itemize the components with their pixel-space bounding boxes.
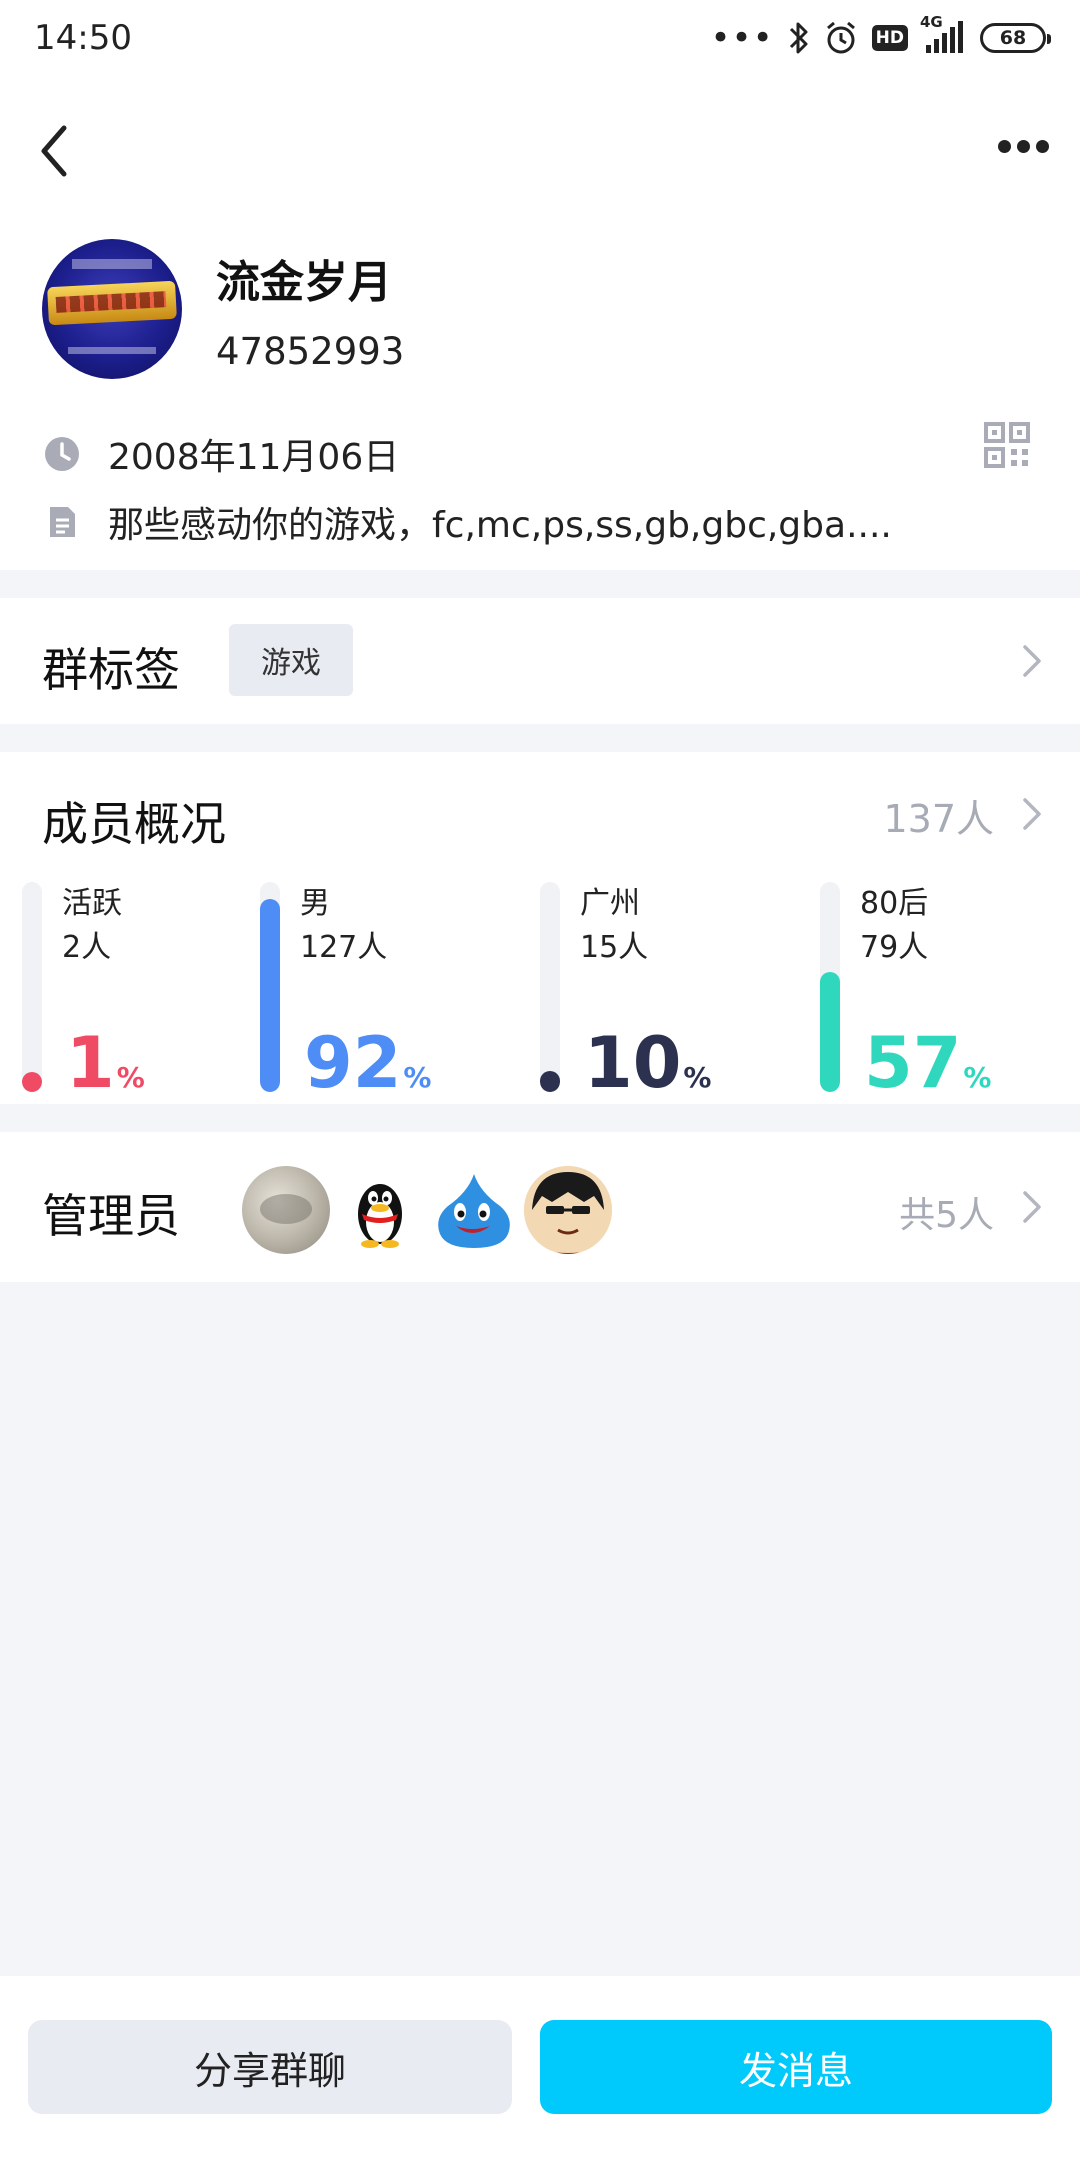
admins-title: 管理员 bbox=[42, 1189, 180, 1243]
admins-row[interactable]: 管理员 共5人 bbox=[0, 1132, 1080, 1282]
chevron-right-icon bbox=[1023, 798, 1041, 830]
stat-count: 15人 bbox=[580, 930, 649, 965]
status-bar: 14:50 ••• HD 4G 68 bbox=[0, 0, 1080, 76]
stat-label: 活跃 bbox=[62, 886, 122, 921]
members-overview[interactable]: 成员概况 137人 活跃 2人 1% 男 127人 92% 广州 15人 10%… bbox=[0, 752, 1080, 1104]
stat-count: 2人 bbox=[62, 930, 112, 965]
stat-bar bbox=[540, 882, 560, 1092]
battery-icon: 68 bbox=[980, 23, 1051, 53]
stat-count: 127人 bbox=[300, 930, 388, 965]
stat-percent-value: 10 bbox=[584, 1022, 682, 1104]
status-time: 14:50 bbox=[34, 18, 132, 58]
stat-percent: 1% bbox=[66, 1022, 145, 1104]
group-id: 47852993 bbox=[216, 330, 405, 373]
percent-sign: % bbox=[963, 1061, 992, 1094]
back-button[interactable] bbox=[38, 116, 88, 186]
admin-avatar-anime[interactable] bbox=[524, 1166, 612, 1254]
avatar-logo bbox=[47, 280, 177, 326]
chevron-right-icon bbox=[1023, 1191, 1041, 1223]
stat-label: 男 bbox=[300, 886, 330, 921]
stat-bar-fill bbox=[22, 1072, 42, 1092]
clock-icon bbox=[45, 437, 79, 471]
percent-sign: % bbox=[403, 1061, 432, 1094]
group-header: 流金岁月 47852993 2008年11月06日 那些感动你的游戏，fc,mc… bbox=[0, 76, 1080, 570]
stat-percent: 92% bbox=[304, 1022, 431, 1104]
stat-label: 80后 bbox=[860, 886, 929, 921]
stat-label: 广州 bbox=[580, 886, 640, 921]
slime-icon bbox=[438, 1174, 510, 1248]
admin-avatar-penguin[interactable] bbox=[336, 1166, 424, 1254]
notification-dots-icon: ••• bbox=[710, 18, 774, 58]
avatar-decor bbox=[68, 347, 156, 354]
admin-avatar-slime[interactable] bbox=[430, 1166, 518, 1254]
anime-face-icon bbox=[524, 1166, 612, 1254]
percent-sign: % bbox=[116, 1061, 145, 1094]
dot bbox=[1035, 139, 1049, 153]
admin-avatar-seal[interactable] bbox=[242, 1166, 330, 1254]
group-name: 流金岁月 bbox=[216, 257, 392, 308]
group-tags-title: 群标签 bbox=[42, 643, 180, 697]
qr-code-icon bbox=[984, 422, 1030, 468]
stat-bar bbox=[820, 882, 840, 1092]
group-tags-row[interactable]: 群标签 游戏 bbox=[0, 598, 1080, 724]
status-icons: ••• HD 4G 68 bbox=[710, 13, 1051, 60]
members-title: 成员概况 bbox=[42, 797, 226, 851]
bluetooth-icon bbox=[788, 20, 810, 56]
description-row: 那些感动你的游戏，fc,mc,ps,ss,gb,gbc,gba.... bbox=[44, 496, 892, 548]
group-description: 那些感动你的游戏，fc,mc,ps,ss,gb,gbc,gba.... bbox=[108, 505, 892, 546]
stat-percent-value: 1 bbox=[66, 1022, 115, 1104]
stat-bar bbox=[260, 882, 280, 1092]
bottom-action-bar: 分享群聊 发消息 bbox=[0, 1976, 1080, 2160]
percent-sign: % bbox=[683, 1061, 712, 1094]
send-message-button[interactable]: 发消息 bbox=[540, 2020, 1052, 2114]
created-date-row: 2008年11月06日 bbox=[44, 428, 399, 480]
stat-percent-value: 92 bbox=[304, 1022, 402, 1104]
dot bbox=[997, 139, 1011, 153]
share-group-button[interactable]: 分享群聊 bbox=[28, 2020, 512, 2114]
dot bbox=[1016, 139, 1030, 153]
avatar-decor bbox=[72, 259, 152, 269]
member-count: 137人 bbox=[883, 797, 994, 841]
stat-count: 79人 bbox=[860, 930, 929, 965]
signal-icon: 4G bbox=[920, 13, 966, 55]
stat-bar-fill bbox=[820, 972, 840, 1092]
more-button[interactable] bbox=[988, 126, 1058, 166]
stat-bar-fill bbox=[260, 899, 280, 1092]
chevron-right-icon bbox=[1023, 645, 1041, 677]
network-type: 4G bbox=[920, 13, 943, 31]
alarm-icon bbox=[824, 21, 858, 55]
admin-avatars bbox=[242, 1166, 612, 1254]
document-icon bbox=[50, 507, 75, 537]
chevron-left-icon bbox=[41, 125, 67, 177]
group-avatar[interactable] bbox=[42, 239, 182, 379]
stat-bar-fill bbox=[540, 1071, 560, 1092]
stat-percent: 10% bbox=[584, 1022, 711, 1104]
hd-icon: HD bbox=[871, 25, 908, 51]
admin-total: 共5人 bbox=[899, 1195, 994, 1236]
created-date: 2008年11月06日 bbox=[108, 437, 400, 478]
stat-percent: 57% bbox=[864, 1022, 991, 1104]
stat-bar bbox=[22, 882, 42, 1092]
qr-code-button[interactable] bbox=[984, 422, 1030, 468]
penguin-icon bbox=[358, 1184, 402, 1248]
stat-percent-value: 57 bbox=[864, 1022, 962, 1104]
tag-chip: 游戏 bbox=[229, 624, 353, 696]
